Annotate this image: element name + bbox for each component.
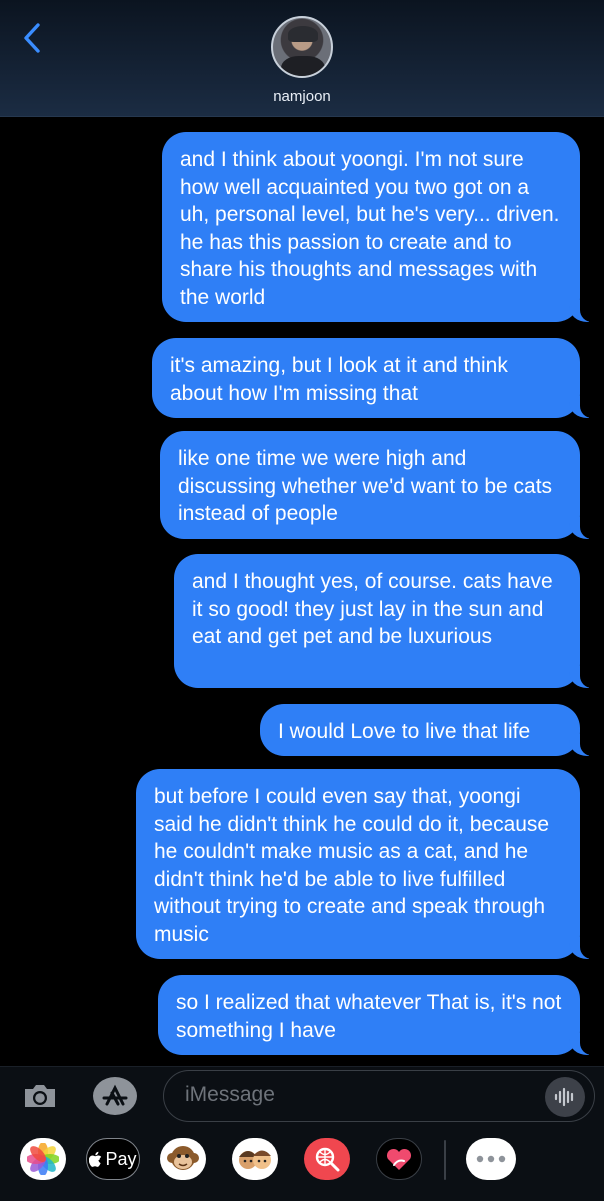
app-store-icon [93,1077,137,1115]
image-search-app-button[interactable] [304,1138,350,1180]
message-bubble[interactable]: I would Love to live that life [260,704,602,756]
more-apps-button[interactable] [466,1138,516,1180]
message-bubble[interactable]: but before I could even say that, yoongi… [136,769,602,959]
message-bubble[interactable]: and I thought yes, of course. cats have … [174,554,602,688]
camera-button[interactable] [20,1076,60,1116]
heart-hand-icon [386,1148,412,1170]
contact-avatar[interactable] [271,16,333,78]
message-bubble[interactable]: and I think about yoongi. I'm not sure h… [162,132,602,322]
digital-touch-app-button[interactable] [376,1138,422,1180]
globe-search-icon [315,1147,340,1172]
monkey-face-icon [167,1146,199,1170]
message-input-placeholder: iMessage [185,1083,275,1106]
apple-pay-label: Pay [105,1148,137,1169]
contact-name[interactable]: namjoon [0,88,604,105]
app-store-button[interactable] [90,1076,140,1116]
memoji-stickers-button[interactable] [232,1138,278,1180]
back-button[interactable] [14,18,50,58]
apple-logo-icon [89,1151,102,1167]
camera-icon [25,1085,55,1107]
memoji-icon [239,1150,271,1169]
chevron-left-icon [24,23,40,53]
ellipsis-icon [476,1155,506,1163]
apple-pay-button[interactable]: Pay [86,1138,140,1180]
message-thread: and I think about yoongi. I'm not sure h… [0,116,604,1066]
photos-app-button[interactable] [20,1138,66,1180]
photos-icon [27,1143,59,1175]
waveform-icon [554,1087,574,1107]
message-bubble[interactable]: so I realized that whatever That is, it'… [158,975,602,1055]
audio-message-button[interactable] [545,1077,585,1117]
animoji-app-button[interactable] [160,1138,206,1180]
message-bubble[interactable]: it's amazing, but I look at it and think… [152,338,602,418]
message-bubble[interactable]: like one time we were high and discussin… [160,431,602,539]
app-drawer-divider [444,1140,446,1180]
